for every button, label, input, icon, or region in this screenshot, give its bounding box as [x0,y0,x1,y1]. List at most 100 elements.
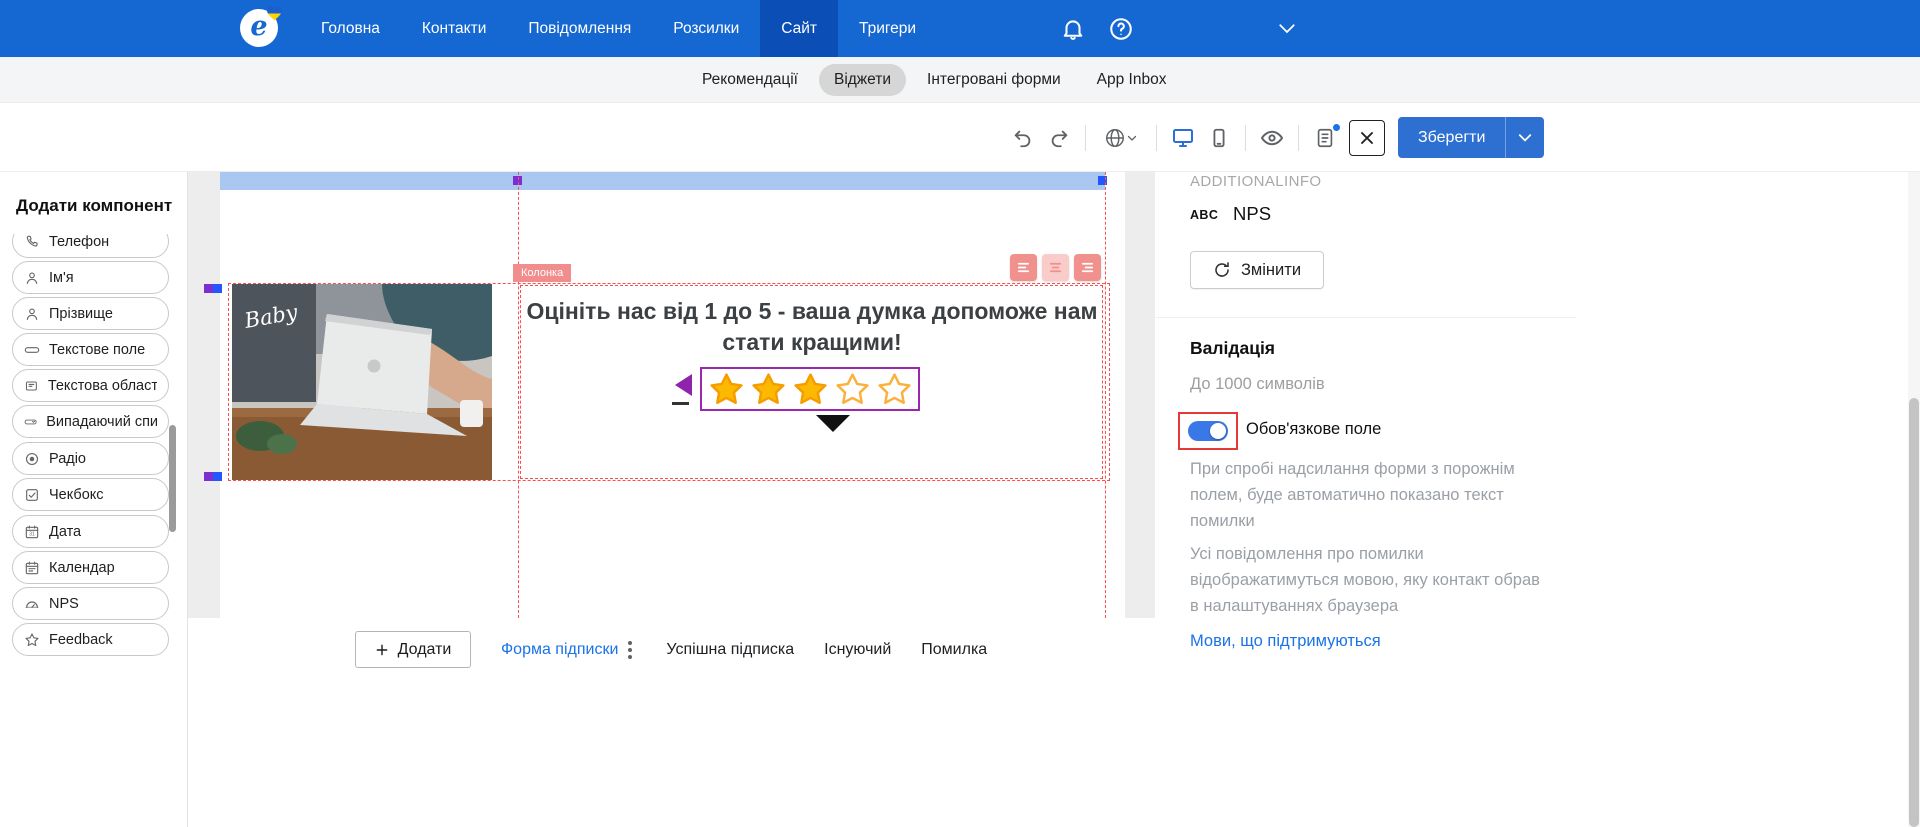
form-preview[interactable]: Колонка Baby Оцініть нас від 1 до 5 - ва… [220,172,1125,618]
component-item-calendar[interactable]: Календар [12,551,169,584]
star-icon[interactable] [751,372,786,407]
purple-arrow-handle[interactable] [675,374,692,396]
page-tab-success[interactable]: Успішна підписка [666,641,794,659]
add-page-button[interactable]: Додати [355,631,471,668]
cursor-underline [672,402,689,405]
component-item-text-area[interactable]: Текстова область [12,369,169,402]
component-item-lastname[interactable]: Прізвище [12,297,169,330]
sidebar-scrollbar[interactable] [169,425,176,532]
max-length-note: До 1000 символів [1190,375,1325,393]
save-button-label: Зберегти [1418,128,1486,146]
tab-widgets[interactable]: Віджети [818,64,907,96]
component-label: Чекбокс [49,486,104,503]
tab-embedded-forms[interactable]: Інтегровані форми [912,64,1076,96]
component-item-nps[interactable]: NPS [12,587,169,620]
chevron-down-icon [1127,135,1137,141]
nav-item-site[interactable]: Сайт [760,0,838,57]
ukraine-heart-icon [266,6,283,21]
component-label: Радіо [49,450,87,467]
text-area-icon [25,380,37,391]
main-menu: Головна Контакти Повідомлення Розсилки С… [300,0,937,57]
align-left-icon[interactable] [1010,254,1037,281]
star-icon[interactable] [877,372,912,407]
date-icon: 31 [25,525,39,538]
form-header-block[interactable] [220,172,1105,190]
brand-logo[interactable]: e [240,6,283,47]
desktop-view-icon[interactable] [1165,120,1201,156]
nav-item-contacts[interactable]: Контакти [401,0,507,57]
component-label: Випадаючий список [46,413,157,430]
star-icon [25,632,39,646]
page-tab-existing[interactable]: Існуючий [824,641,891,659]
main-area: Додати компонент Телефон Ім'я Прізвище Т… [0,172,1920,827]
component-label: Дата [49,523,82,540]
component-label: NPS [49,595,79,612]
preview-eye-icon[interactable] [1254,120,1290,156]
nav-item-triggers[interactable]: Тригери [838,0,937,57]
account-chevron-down-icon[interactable] [1278,22,1304,48]
align-right-icon[interactable] [1074,254,1101,281]
rating-heading[interactable]: Оцініть нас від 1 до 5 - ваша думка допо… [522,296,1102,358]
block-align-toolbar [1010,254,1101,281]
nav-item-home[interactable]: Головна [300,0,401,57]
required-toggle[interactable] [1188,421,1228,441]
bell-icon[interactable] [1060,16,1086,42]
field-name: NPS [1233,203,1272,224]
component-item-date[interactable]: 31 Дата [12,515,169,548]
tab-recommendations[interactable]: Рекомендації [687,64,813,96]
undo-icon[interactable] [1005,120,1041,156]
toolbar-divider [1156,124,1157,151]
svg-text:31: 31 [29,531,35,537]
redo-icon[interactable] [1041,120,1077,156]
component-label: Текстова область [47,377,157,394]
form-image[interactable]: Baby [232,284,492,480]
save-button[interactable]: Зберегти [1398,117,1545,158]
page-scrollbar[interactable] [1909,398,1919,827]
script-doc-icon[interactable] [1307,120,1343,156]
close-icon[interactable] [1349,119,1385,156]
change-field-button[interactable]: Змінити [1190,251,1324,289]
help-icon[interactable] [1108,16,1134,42]
star-icon[interactable] [835,372,870,407]
star-icon[interactable] [793,372,828,407]
tab-app-inbox[interactable]: App Inbox [1082,64,1182,96]
supported-languages-link[interactable]: Мови, що підтримуються [1190,632,1381,651]
form-canvas: Колонка Baby Оцініть нас від 1 до 5 - ва… [188,172,1155,827]
expand-arrow-icon[interactable] [816,415,850,432]
component-item-phone[interactable]: Телефон [12,234,169,258]
top-navigation: e Головна Контакти Повідомлення Розсилки… [0,0,1920,57]
language-globe-icon[interactable] [1094,120,1148,156]
page-tab-error[interactable]: Помилка [921,641,987,659]
component-label: Текстове поле [49,341,146,358]
change-field-label: Змінити [1240,260,1302,279]
selection-handle[interactable] [213,284,222,293]
person-icon [26,271,38,284]
component-item-feedback[interactable]: Feedback [12,623,169,656]
selection-handle[interactable] [213,472,222,481]
page-tab-subscription-form[interactable]: Форма підписки [501,639,636,661]
component-item-dropdown[interactable]: Випадаючий список [12,405,169,438]
save-chevron-down-icon[interactable] [1506,117,1544,158]
nav-item-campaigns[interactable]: Розсилки [652,0,760,57]
component-item-checkbox[interactable]: Чекбокс [12,478,169,511]
toggle-knob [1210,423,1226,439]
page-menu-dots-icon[interactable] [624,639,636,661]
text-type-icon: ABC [1190,208,1219,222]
person-icon [26,307,38,320]
field-section-label: ADDITIONALINFO [1190,173,1322,190]
mobile-view-icon[interactable] [1201,120,1237,156]
refresh-icon [1215,262,1229,277]
align-center-icon[interactable] [1042,254,1069,281]
component-item-text-field[interactable]: Текстове поле [12,333,169,366]
toolbar-divider [1085,124,1086,151]
star-rating[interactable] [700,367,920,411]
component-item-firstname[interactable]: Ім'я [12,261,169,294]
component-label: Прізвище [49,305,113,322]
component-item-radio[interactable]: Радіо [12,442,169,475]
nav-item-messages[interactable]: Повідомлення [507,0,652,57]
column-tag: Колонка [513,264,572,282]
panel-divider [1156,317,1576,318]
selection-handle[interactable] [204,284,213,293]
selection-handle[interactable] [204,472,213,481]
star-icon[interactable] [709,372,744,407]
